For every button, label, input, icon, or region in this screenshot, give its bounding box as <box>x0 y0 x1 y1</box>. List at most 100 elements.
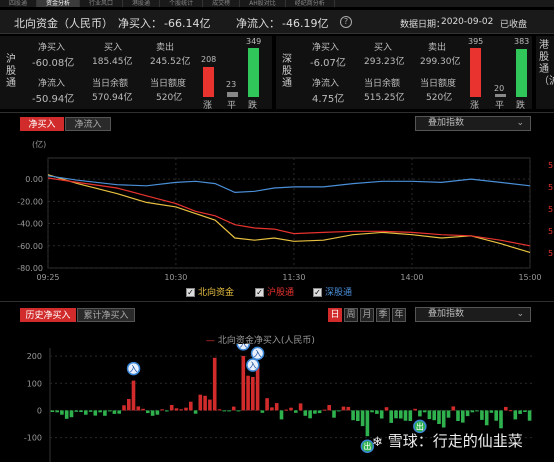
ggt-name: 港股通（沪） <box>539 40 554 87</box>
x-tick-label: 09:25 <box>36 273 59 280</box>
topnav-tab[interactable]: 四股通 <box>0 0 38 7</box>
date-label: 数据日期： <box>400 20 446 30</box>
bar <box>317 410 322 414</box>
period-week[interactable]: 周 <box>344 308 358 322</box>
divider <box>0 301 554 302</box>
overlay-index-dropdown-history[interactable]: 叠加指数 ⌄ <box>415 307 531 322</box>
hgt-net-buy-label: 净买入 <box>38 43 66 53</box>
net-buy-value: -66.14亿 <box>164 17 211 30</box>
checkbox-icon[interactable]: ✓ <box>255 288 264 297</box>
hgt-up-count: 208 <box>201 55 217 64</box>
marker-label: 出 <box>363 441 371 451</box>
hgt-net-inflow-value: -50.94亿 <box>32 94 75 105</box>
sgt-quota-label: 当日额度 <box>420 79 457 89</box>
header-title: 北向资金（人民币） <box>14 17 113 30</box>
right-axis-label: 5 <box>548 183 553 192</box>
bar <box>418 410 422 417</box>
bar <box>427 410 432 420</box>
topnav-tab[interactable]: AH股对比 <box>240 0 286 7</box>
help-icon[interactable]: ? <box>340 16 352 28</box>
y-tick-label: 100 <box>27 379 42 388</box>
sgt-up-bar <box>470 48 481 97</box>
bar <box>346 406 351 411</box>
watermark-author: 行走的仙韭菜 <box>432 432 523 450</box>
bar <box>236 410 241 412</box>
period-month[interactable]: 月 <box>360 308 374 322</box>
tab-net-inflow[interactable]: 净流入 <box>65 117 111 131</box>
y-tick-label: -60.00 <box>17 242 43 251</box>
period-day[interactable]: 日 <box>328 308 342 322</box>
bar <box>69 410 74 418</box>
overlay-index-dropdown[interactable]: 叠加指数 ⌄ <box>415 116 531 131</box>
period-quarter[interactable]: 季 <box>376 308 390 322</box>
topnav-tab[interactable]: 行业风口 <box>80 0 124 7</box>
sgt-flat-label: 平 <box>495 101 505 111</box>
bar <box>451 406 456 411</box>
hgt-flat-count: 23 <box>226 80 237 89</box>
legend-hgt[interactable]: ✓ 沪股通 <box>255 285 294 298</box>
hgt-quota-label: 当日额度 <box>150 79 187 89</box>
bar <box>274 403 279 411</box>
bar <box>470 410 475 413</box>
bar <box>494 410 498 421</box>
bar <box>217 409 222 411</box>
tab-cumulative-net-buy[interactable]: 累计净买入 <box>77 308 135 322</box>
sgt-name: 深股通 <box>282 54 292 89</box>
hgt-name: 沪股通 <box>6 54 16 89</box>
marker-in-icon: 入 <box>250 346 265 361</box>
legend-sgt[interactable]: ✓ 深股通 <box>313 285 352 298</box>
sgt-flat-bar <box>495 94 506 97</box>
bar <box>313 410 317 414</box>
bar <box>203 395 207 411</box>
bar <box>136 406 141 411</box>
chevron-down-icon: ⌄ <box>516 309 524 319</box>
checkbox-icon[interactable]: ✓ <box>313 288 322 297</box>
topnav-tab[interactable]: 港股通 <box>123 0 161 7</box>
sgt-buy-value: 293.23亿 <box>364 57 405 67</box>
bar <box>465 410 470 417</box>
bar <box>160 409 164 411</box>
snowball-logo-icon: ❄ <box>372 435 383 450</box>
ggt-panel-partial[interactable]: 港股通（沪） <box>536 36 554 109</box>
bar <box>332 410 336 418</box>
bar <box>437 410 441 424</box>
hgt-sell-label: 卖出 <box>156 43 175 53</box>
hgt-up-bar <box>203 67 214 97</box>
bar <box>394 410 398 419</box>
net-inflow-label: 净流入： <box>236 17 280 30</box>
legend-northbound[interactable]: ✓ 北向资金 <box>186 285 234 298</box>
bar <box>461 410 465 423</box>
tab-history-net-buy[interactable]: 历史净买入 <box>20 308 76 322</box>
topnav-tab[interactable]: 资金分析 <box>37 0 81 7</box>
topnav-tab[interactable]: 个股统计 <box>160 0 204 7</box>
hgt-buy-value: 185.45亿 <box>92 57 133 67</box>
hgt-down-count: 349 <box>246 37 262 46</box>
sgt-net-inflow-label: 净流入 <box>312 79 340 89</box>
hgt-net-buy-value: -60.08亿 <box>32 58 75 69</box>
bar <box>294 410 298 413</box>
overlay-index-label: 叠加指数 <box>428 309 465 319</box>
checkbox-icon[interactable]: ✓ <box>186 288 195 297</box>
tab-net-buy[interactable]: 净买入 <box>20 117 64 131</box>
bar <box>289 407 293 411</box>
topnav-tab[interactable]: 成交榜 <box>203 0 241 7</box>
hgt-buy-label: 买入 <box>104 43 123 53</box>
period-year[interactable]: 年 <box>392 308 406 322</box>
bar <box>112 410 117 414</box>
bar <box>518 410 522 414</box>
sgt-up-label: 涨 <box>470 101 480 111</box>
sgt-buy-label: 买入 <box>374 43 393 53</box>
hgt-balance-label: 当日余额 <box>92 79 129 89</box>
bar <box>336 410 341 412</box>
hgt-sell-value: 245.52亿 <box>150 57 191 67</box>
bar <box>484 410 489 426</box>
topnav-tab[interactable]: 经纪商分析 <box>286 0 335 7</box>
market-status: 已收盘 <box>500 20 528 30</box>
sgt-panel[interactable]: 深股通 净买入 -6.07亿 净流入 4.75亿 买入 293.23亿 当日余额… <box>276 36 532 111</box>
hgt-panel[interactable]: 沪股通 净买入 -60.08亿 净流入 -50.94亿 买入 185.45亿 当… <box>0 36 272 111</box>
legend-hgt-label: 沪股通 <box>267 288 295 298</box>
bar <box>50 410 55 412</box>
series-line-沪股通 <box>47 177 531 247</box>
sgt-up-count: 395 <box>468 37 484 46</box>
marker-in-icon: 入 <box>246 358 260 372</box>
